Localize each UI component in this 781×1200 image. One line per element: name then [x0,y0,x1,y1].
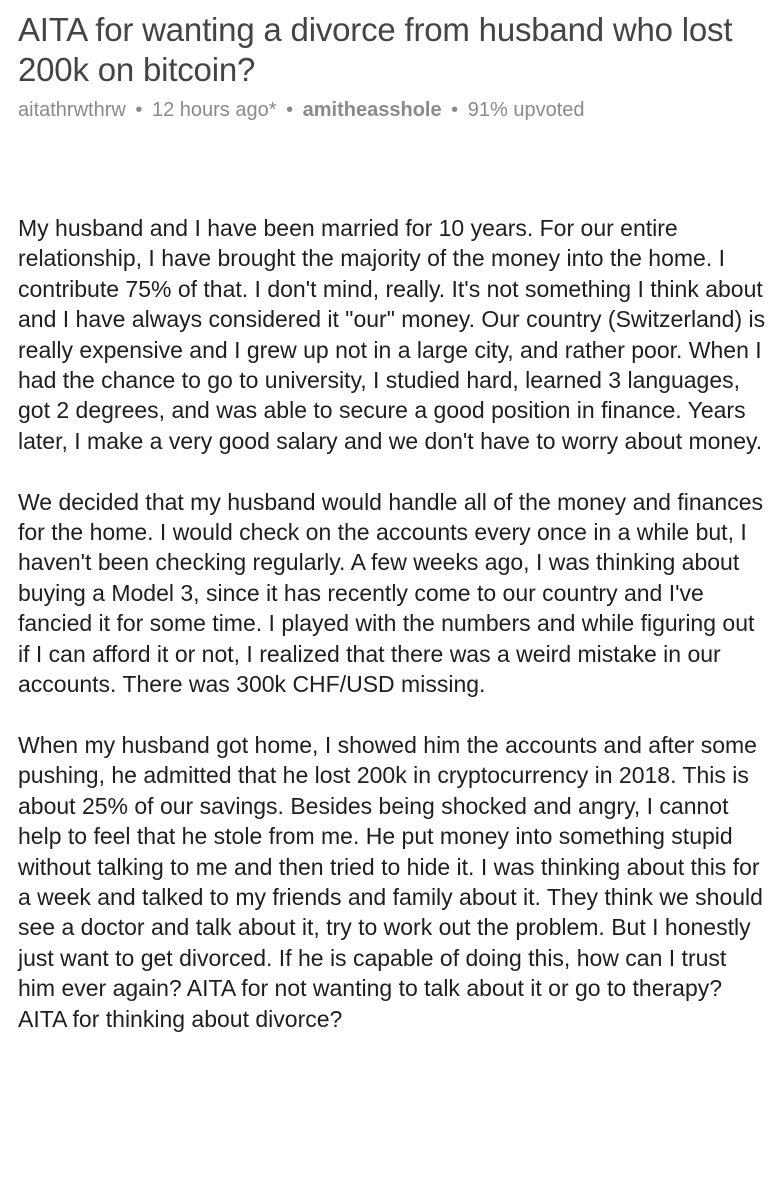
post-body: My husband and I have been married for 1… [18,213,766,1034]
meta-separator: • [286,99,294,121]
post-paragraph: When my husband got home, I showed him t… [18,731,763,1032]
post-paragraph: My husband and I have been married for 1… [18,215,766,454]
meta-separator: • [135,99,143,121]
post-time: 12 hours ago* [151,99,277,121]
post-title[interactable]: AITA for wanting a divorce from husband … [18,10,763,90]
meta-separator: • [451,99,459,121]
post-paragraph: We decided that my husband would handle … [18,488,764,698]
post-author[interactable]: aitathrwthrw [18,99,126,121]
post-subreddit[interactable]: amitheasshole [303,99,442,121]
post-meta: aitathrwthrw • 12 hours ago* • amitheass… [18,97,763,123]
post-container: AITA for wanting a divorce from husband … [0,0,781,1200]
post-upvote-ratio: 91% upvoted [467,99,585,121]
